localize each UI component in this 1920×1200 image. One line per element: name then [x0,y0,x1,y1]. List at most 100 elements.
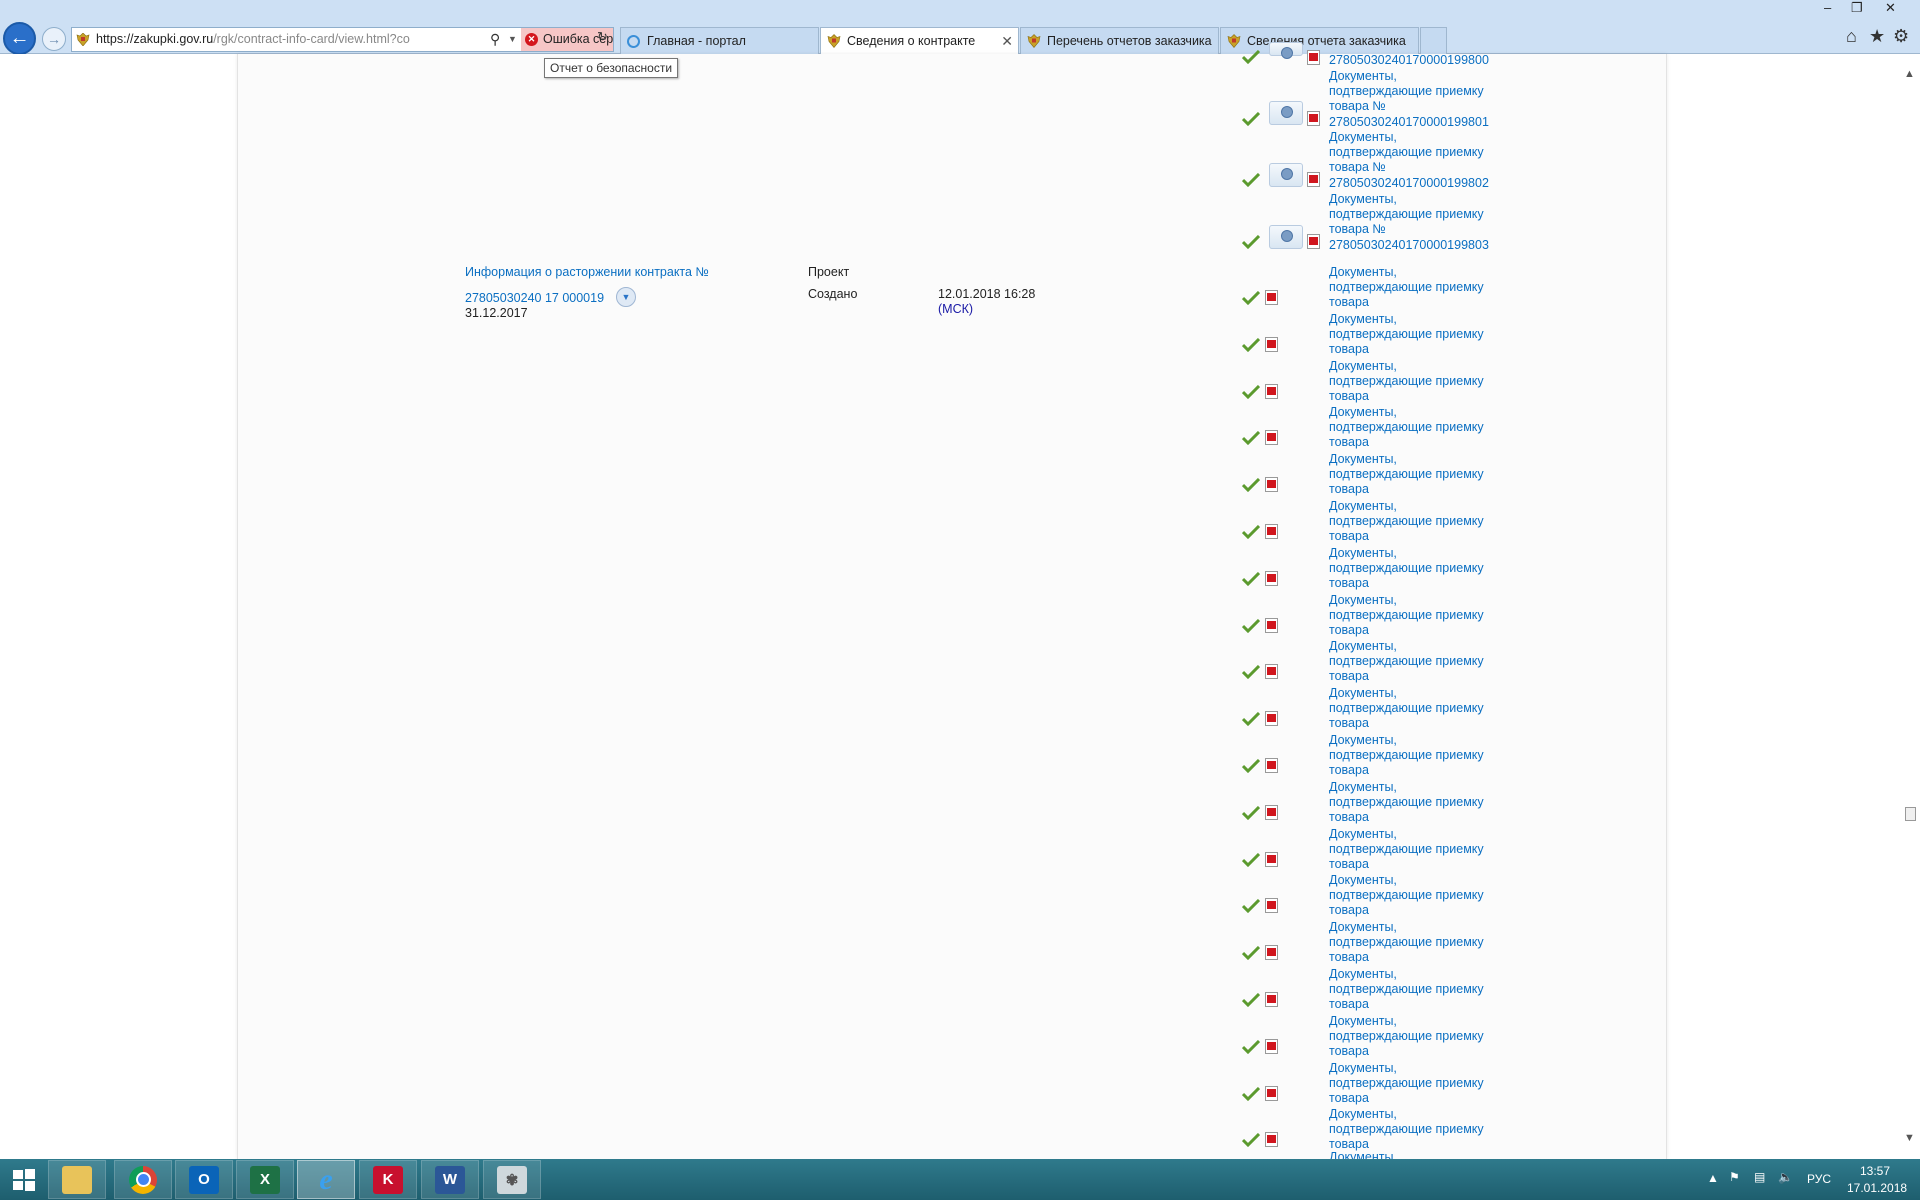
taskbar-chrome[interactable] [114,1160,172,1199]
document-link[interactable]: Документы, подтверждающие приемку товара [1329,967,1509,1013]
signature-seal-icon[interactable] [1269,163,1303,187]
scroll-thumb[interactable] [1905,807,1916,821]
tray-expand-icon[interactable]: ▲ [1707,1171,1719,1185]
pdf-icon[interactable] [1265,1086,1278,1101]
check-icon [1241,384,1261,400]
document-link[interactable]: Документы, подтверждающие приемку товара [1329,733,1509,779]
scroll-up-icon[interactable]: ▲ [1904,68,1915,80]
address-bar[interactable]: https://zakupki.gov.ru/rgk/contract-info… [71,27,614,52]
favorites-star-icon[interactable]: ★ [1869,26,1885,47]
document-link[interactable]: Документы, подтверждающие приемку товара №… [1329,69,1509,130]
pdf-icon[interactable] [1307,50,1320,65]
pdf-icon[interactable] [1265,337,1278,352]
taskbar-outlook[interactable]: O [175,1160,233,1199]
document-link[interactable]: Документы, подтверждающие приемку товара [1329,593,1509,639]
termination-contract-number-link[interactable]: 27805030240 17 000019 [465,291,604,306]
forward-button[interactable]: → [42,27,66,51]
termination-info-link[interactable]: Информация о расторжении контракта № [465,265,709,280]
tab-home-portal[interactable]: Главная - портал [620,27,819,54]
signature-seal-icon[interactable] [1269,101,1303,125]
new-tab-button[interactable] [1420,27,1447,54]
back-button[interactable]: ← [3,22,36,55]
check-icon [1241,758,1261,774]
pdf-icon[interactable] [1265,430,1278,445]
pdf-icon[interactable] [1307,234,1320,249]
document-link-line: подтверждающие приемку [1329,935,1484,950]
taskbar-word[interactable]: W [421,1160,479,1199]
restore-icon[interactable]: ❐ [1851,0,1863,16]
pdf-icon[interactable] [1265,477,1278,492]
document-link-partial[interactable]: Документы, [1329,1150,1509,1159]
document-link[interactable]: Документы, подтверждающие приемку товара [1329,920,1509,966]
network-icon[interactable]: ▤ [1754,1170,1765,1184]
document-link[interactable]: Документы, подтверждающие приемку товара [1329,873,1509,919]
pdf-icon[interactable] [1265,571,1278,586]
tab-customer-reports[interactable]: Перечень отчетов заказчика [1020,27,1219,54]
chevron-down-icon[interactable]: ▼ [508,28,517,51]
settings-gear-icon[interactable]: ⚙ [1893,26,1909,47]
pdf-icon[interactable] [1265,992,1278,1007]
volume-muted-icon[interactable]: 🔈 [1778,1170,1793,1184]
home-icon[interactable]: ⌂ [1846,26,1857,47]
check-icon [1241,430,1261,446]
document-link[interactable]: Документы, подтверждающие приемку товара [1329,452,1509,498]
document-link[interactable]: Документы, подтверждающие приемку товара [1329,780,1509,826]
document-link[interactable]: Документы, подтверждающие приемку товара [1329,312,1509,358]
document-link[interactable]: Документы, подтверждающие приемку товара [1329,359,1509,405]
document-link[interactable]: Документы, подтверждающие приемку товара №… [1329,130,1509,191]
taskbar-internet-explorer[interactable]: e [297,1160,355,1199]
pdf-icon[interactable] [1265,1039,1278,1054]
document-link[interactable]: 27805030240170000199800 [1329,53,1509,68]
document-link[interactable]: Документы, подтверждающие приемку товара [1329,1014,1509,1060]
pdf-icon[interactable] [1307,172,1320,187]
taskbar-explorer[interactable] [48,1160,106,1199]
document-link[interactable]: Документы, подтверждающие приемку товара [1329,827,1509,873]
scroll-down-icon[interactable]: ▼ [1904,1132,1915,1144]
word-icon: W [435,1165,465,1194]
signature-seal-icon[interactable] [1269,42,1303,59]
expand-chevron-icon[interactable]: ▼ [616,287,636,307]
document-link[interactable]: Документы, подтверждающие приемку товара [1329,1061,1509,1107]
pdf-icon[interactable] [1265,524,1278,539]
pdf-icon[interactable] [1307,111,1320,126]
tab-contract-info[interactable]: Сведения о контракте ✕ [820,27,1019,55]
action-center-flag-icon[interactable]: ⚑ [1729,1170,1740,1184]
pdf-icon[interactable] [1265,852,1278,867]
vertical-scrollbar[interactable]: ▲ ▼ [1900,54,1920,1159]
refresh-icon[interactable]: ↻ [597,29,608,45]
pdf-icon[interactable] [1265,711,1278,726]
search-icon[interactable]: ⚲ [490,28,500,51]
kaspersky-icon: K [373,1165,403,1194]
document-link[interactable]: Документы, подтверждающие приемку товара [1329,639,1509,685]
taskbar-paint[interactable]: ✾ [483,1160,541,1199]
minimize-icon[interactable]: – [1824,0,1831,15]
close-window-icon[interactable]: ✕ [1885,0,1896,16]
close-tab-icon[interactable]: ✕ [1001,28,1013,54]
pdf-icon[interactable] [1265,758,1278,773]
document-link[interactable]: Документы, подтверждающие приемку товара [1329,546,1509,592]
url-text[interactable]: https://zakupki.gov.ru/rgk/contract-info… [96,28,486,51]
pdf-icon[interactable] [1265,805,1278,820]
clock-time[interactable]: 13:57 [1860,1164,1890,1178]
language-indicator[interactable]: РУС [1807,1172,1831,1186]
pdf-icon[interactable] [1265,618,1278,633]
signature-seal-icon[interactable] [1269,225,1303,249]
start-button[interactable] [0,1160,48,1199]
pdf-icon[interactable] [1265,1132,1278,1147]
taskbar-kaspersky[interactable]: K [359,1160,417,1199]
document-link[interactable]: Документы, подтверждающие приемку товара №… [1329,192,1509,253]
pdf-icon[interactable] [1265,384,1278,399]
document-link[interactable]: Документы, подтверждающие приемку товара [1329,1107,1509,1153]
document-link[interactable]: Документы, подтверждающие приемку товара [1329,265,1509,311]
pdf-icon[interactable] [1265,290,1278,305]
clock-date[interactable]: 17.01.2018 [1847,1181,1907,1195]
document-link[interactable]: Документы, подтверждающие приемку товара [1329,686,1509,732]
document-link[interactable]: Документы, подтверждающие приемку товара [1329,405,1509,451]
pdf-icon[interactable] [1265,945,1278,960]
taskbar-excel[interactable]: X [236,1160,294,1199]
document-link[interactable]: Документы, подтверждающие приемку товара [1329,499,1509,545]
coat-of-arms-icon [1027,34,1041,48]
pdf-icon[interactable] [1265,898,1278,913]
pdf-icon[interactable] [1265,664,1278,679]
document-link-line: товара [1329,763,1369,778]
